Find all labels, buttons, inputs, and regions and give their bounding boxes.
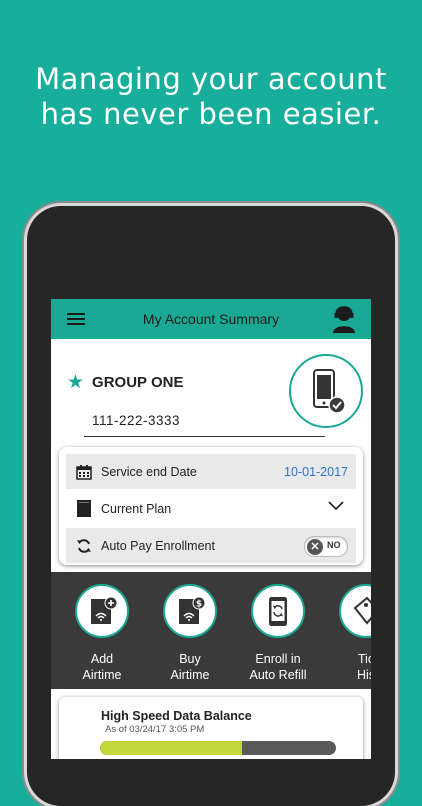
toggle-off-icon: ✕ bbox=[307, 538, 323, 555]
buy-airtime-label-2: Airtime bbox=[170, 668, 210, 682]
enroll-auto-refill-label-2: Auto Refill bbox=[249, 668, 307, 682]
headline-line-2: has never been easier. bbox=[40, 97, 382, 131]
app-bar: My Account Summary bbox=[51, 299, 371, 339]
chevron-down-icon[interactable] bbox=[328, 501, 344, 511]
marketing-headline: Managing your account has never been eas… bbox=[0, 62, 422, 132]
plan-card-icon bbox=[75, 500, 93, 518]
service-end-row: Service end Date 10-01-2017 bbox=[66, 454, 356, 489]
current-plan-row[interactable]: Current Plan bbox=[66, 491, 356, 526]
buy-airtime-label-1: Buy bbox=[179, 652, 201, 666]
ticket-history-button[interactable]: Tic His bbox=[329, 584, 371, 683]
account-name-row: ★ GROUP ONE bbox=[67, 371, 183, 393]
refresh-icon bbox=[75, 537, 93, 555]
phone-number: 111-222-3333 bbox=[92, 413, 181, 428]
data-balance-fill bbox=[100, 741, 242, 755]
add-airtime-icon bbox=[75, 584, 129, 638]
add-airtime-label-1: Add bbox=[90, 652, 114, 666]
smartphone-check-icon[interactable] bbox=[289, 354, 363, 428]
enroll-auto-refill-button[interactable]: Enroll in Auto Refill bbox=[241, 584, 315, 683]
service-end-value: 10-01-2017 bbox=[284, 464, 348, 479]
tag-icon bbox=[339, 584, 371, 638]
auto-pay-state: NO bbox=[327, 540, 341, 550]
ticket-history-label-2: His bbox=[356, 668, 371, 682]
app-screen: My Account Summary ★ GROUP ONE 111-222-3… bbox=[51, 299, 371, 759]
quick-actions-bar: Add Airtime $ Buy Airtime Enroll in Auto… bbox=[51, 572, 371, 689]
enroll-auto-refill-label-1: Enroll in bbox=[255, 652, 301, 666]
auto-pay-toggle[interactable]: ✕ NO bbox=[304, 536, 348, 557]
auto-pay-row: Auto Pay Enrollment ✕ NO bbox=[66, 528, 356, 563]
phone-number-underline bbox=[84, 436, 325, 437]
data-balance-bar bbox=[100, 741, 336, 755]
auto-pay-label: Auto Pay Enrollment bbox=[101, 538, 215, 553]
buy-airtime-icon: $ bbox=[163, 584, 217, 638]
auto-refill-phone-icon bbox=[251, 584, 305, 638]
ticket-history-label-1: Tic bbox=[357, 652, 371, 666]
svg-text:$: $ bbox=[196, 600, 202, 610]
buy-airtime-button[interactable]: $ Buy Airtime bbox=[153, 584, 227, 683]
star-icon[interactable]: ★ bbox=[67, 373, 84, 392]
account-name: GROUP ONE bbox=[92, 373, 184, 391]
account-details-card: Service end Date 10-01-2017 Current Plan bbox=[59, 447, 363, 565]
page-title: My Account Summary bbox=[142, 311, 280, 327]
data-balance-timestamp: As of 03/24/17 3:05 PM bbox=[105, 724, 205, 735]
service-end-label: Service end Date bbox=[101, 464, 197, 479]
calendar-icon bbox=[75, 463, 93, 481]
add-airtime-button[interactable]: Add Airtime bbox=[65, 584, 139, 683]
headline-line-1: Managing your account bbox=[35, 62, 387, 96]
customer-support-icon[interactable] bbox=[331, 305, 357, 333]
current-plan-label: Current Plan bbox=[101, 501, 172, 516]
add-airtime-label-2: Airtime bbox=[82, 668, 122, 682]
data-balance-title: High Speed Data Balance bbox=[101, 709, 252, 723]
